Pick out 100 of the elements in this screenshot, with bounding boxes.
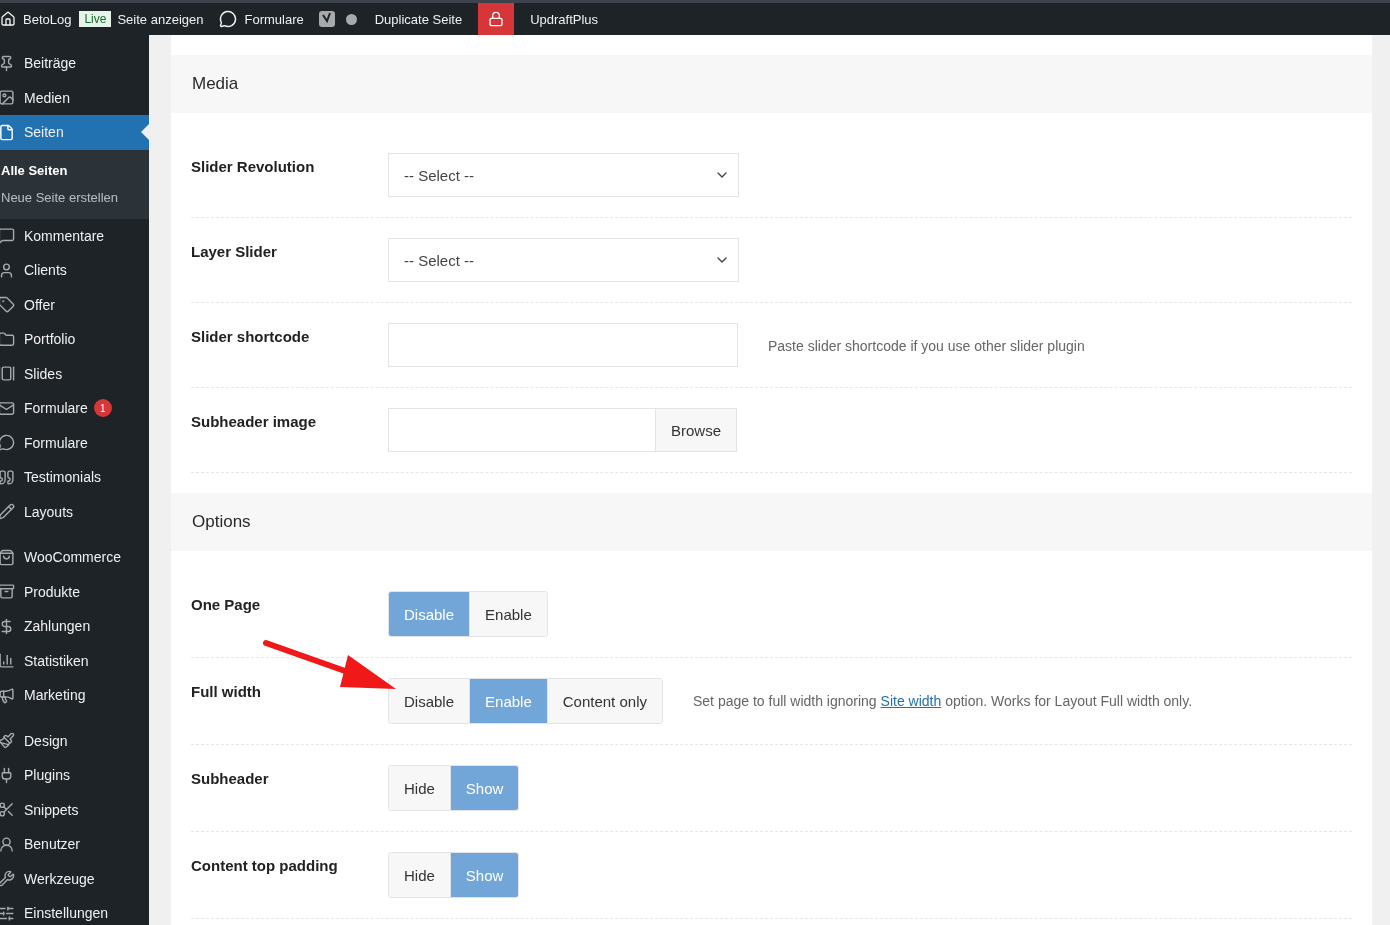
sidebar-item[interactable]: Clients [0,253,149,288]
page-icon [0,123,15,141]
mail-icon [0,399,15,417]
field-label: Subheader [191,769,270,787]
menu-label: Zahlungen [24,618,91,635]
menu-label: Snippets [24,801,79,818]
sidebar-item[interactable]: Statistiken [0,643,149,678]
field-label: Content top padding [191,856,339,874]
sidebar-item[interactable]: Layouts [0,494,149,529]
megaphone-icon [0,686,15,704]
menu-label: Portfolio [24,331,76,348]
sidebar-item[interactable]: Plugins [0,758,149,793]
menu-label: Design [24,732,68,749]
scissors-icon [0,801,15,819]
menu-label: Kommentare [24,227,105,244]
lock-button[interactable] [478,3,515,35]
menu-label: WooCommerce [24,549,121,566]
user-icon [0,835,15,853]
seo-icon[interactable] [317,10,336,28]
toggle-option[interactable]: Hide [389,766,450,810]
site-width-link[interactable]: Site width [880,693,942,709]
sidebar-item[interactable]: Benutzer [0,827,149,862]
media-icon [0,89,15,107]
brush-icon [0,732,15,750]
menu-label: Produkte [24,583,81,600]
menu-label: Offer [24,296,55,313]
sidebar-item[interactable]: Medien [0,80,149,115]
updraftplus-link[interactable]: UpdraftPlus [522,3,607,35]
view-page-link[interactable]: Seite anzeigen [109,3,212,35]
wrench-icon [0,870,15,888]
sidebar-item[interactable]: Formulare 1 [0,391,149,426]
forms-link[interactable]: Formulare [211,3,312,35]
sidebar-item[interactable]: Produkte [0,574,149,609]
pushpin-icon [0,54,15,72]
live-badge: Live [79,11,112,27]
menu-label: Benutzer [24,836,81,853]
menu-label: Marketing [24,687,86,704]
status-dot [345,13,357,25]
sidebar-item[interactable]: Einstellungen [0,896,149,925]
input-field[interactable] [388,408,655,452]
person-icon [0,261,15,279]
toggle-option[interactable]: Hide [389,853,450,897]
menu-label: Clients [24,262,67,279]
menu-label: Testimonials [24,469,102,486]
box-icon [0,583,15,601]
chat-icon [0,434,15,452]
sliders-icon [0,904,15,922]
toggle-option[interactable]: Enable [469,592,547,636]
menu-label: Seiten [24,124,64,141]
toggle-option[interactable]: Content only [546,679,662,723]
bar-chart-icon [0,652,15,670]
submenu-item[interactable]: Neue Seite erstellen [0,183,149,211]
sidebar-item[interactable]: Portfolio [0,322,149,357]
sidebar-item[interactable]: Formulare [0,425,149,460]
duplicate-page-link[interactable]: Duplicate Seite [366,3,471,35]
folder-icon [0,330,15,348]
pencil-icon [0,503,15,521]
menu-label: Layouts [24,503,74,520]
section-heading: Options [171,493,1372,551]
menu-label: Plugins [24,767,70,784]
input-field[interactable] [388,323,738,367]
field-label: Layer Slider [191,242,278,260]
section-heading: Media [171,55,1372,113]
menu-label: Einstellungen [24,905,109,922]
chat-icon [219,10,238,28]
bag-icon [0,548,15,566]
quote-icon [0,468,15,486]
browse-button[interactable]: Browse [655,408,737,452]
sidebar-item[interactable]: Offer [0,287,149,322]
help-text: Paste slider shortcode if you use other slider plugin [768,337,1085,354]
sidebar-item[interactable]: Seiten [0,115,149,150]
menu-label: Formulare [24,400,88,417]
lock-icon [488,11,505,27]
sidebar-item[interactable]: Zahlungen [0,609,149,644]
sidebar-item[interactable]: Design [0,723,149,758]
sidebar-item[interactable]: Werkzeuge [0,861,149,896]
help-text: Set page to full width ignoring Site width option. Works for Layout Full width only. [693,692,1193,709]
menu-label: Slides [24,365,63,382]
sidebar-item[interactable]: Slides [0,356,149,391]
site-link[interactable]: BetoLog [0,3,80,35]
field-label: Slider Revolution [191,157,316,175]
field-label: One Page [191,595,262,613]
home-icon [0,11,16,27]
field-label: Slider shortcode [191,327,311,345]
menu-label: Werkzeuge [24,870,95,887]
submenu-item[interactable]: Alle Seiten [0,156,149,184]
sidebar-item[interactable]: Marketing [0,678,149,713]
field-label: Subheader image [191,412,318,430]
count-badge: 1 [93,399,112,418]
sidebar-item[interactable]: Snippets [0,792,149,827]
toggle-option[interactable]: Disable [389,679,470,723]
comment-icon [0,227,15,245]
menu-label: Formulare [24,434,88,451]
sidebar-item[interactable]: Testimonials [0,460,149,495]
sidebar-item[interactable]: WooCommerce [0,540,149,575]
tag-icon [0,296,15,314]
sidebar-item[interactable]: Beiträge [0,46,149,81]
select-field[interactable]: -- Select -- [388,238,739,282]
select-field[interactable]: -- Select -- [388,153,739,197]
sidebar-item[interactable]: Kommentare [0,218,149,253]
